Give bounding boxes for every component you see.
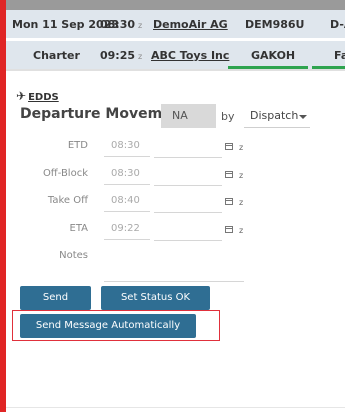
highlight-box [12,310,220,341]
flight-row-1[interactable]: Mon 11 Sep 2023 08:30 z DemoAir AG DEM986… [6,10,345,38]
take-off-date-input[interactable] [154,191,222,213]
eta-label: ETA [69,223,89,234]
selected-indicator-bar [0,0,6,412]
off-block-zone: z [239,171,244,180]
flight-registration: DEM986U [245,18,305,31]
status-field[interactable]: NA [161,104,216,128]
by-label: by [221,110,235,123]
take-off-time-input[interactable]: 08:40 [104,191,150,212]
plane-departure-icon: ✈ [16,89,27,103]
flight-time: 09:25 z [100,49,143,62]
by-select-value: Dispatch [250,109,299,122]
top-strip [0,0,345,10]
by-select[interactable]: Dispatch [244,104,310,128]
row-divider [6,69,345,71]
off-block-date-input[interactable] [154,164,222,186]
set-status-ok-button[interactable]: Set Status OK [101,286,210,310]
etd-zone: z [239,143,244,152]
flight-registration: GAKOH [251,49,296,62]
notes-input[interactable] [104,281,244,282]
etd-time-input[interactable]: 08:30 [104,136,150,157]
route-header: ✈ EDDS [16,89,59,103]
eta-date-input[interactable] [154,219,222,241]
flight-destination: D-A [330,18,345,31]
take-off-zone: z [239,198,244,207]
notes-label: Notes [59,250,88,261]
off-block-time-input[interactable]: 08:30 [104,164,150,185]
off-block-label: Off-Block [42,168,88,179]
etd-label: ETD [67,140,88,151]
etd-date-input[interactable] [154,136,222,158]
flight-destination: Falc [334,49,345,62]
flight-type: Charter [33,49,80,62]
flight-customer-link[interactable]: DemoAir AG [153,10,228,38]
departure-airport[interactable]: EDDS [28,92,59,103]
flight-time: 08:30 z [100,18,143,31]
take-off-label: Take Off [47,195,88,206]
calendar-icon[interactable] [225,143,233,150]
eta-zone: z [239,226,244,235]
calendar-icon[interactable] [225,226,233,233]
eta-time-input[interactable]: 09:22 [104,219,150,240]
flight-row-2[interactable]: Charter 09:25z ABC Toys Inc GAKOH Falc [6,41,345,69]
flight-customer-link[interactable]: ABC Toys Inc [151,41,229,69]
chevron-down-icon [299,115,307,119]
bottom-divider [6,407,345,408]
calendar-icon[interactable] [225,198,233,205]
send-button[interactable]: Send [20,286,91,310]
calendar-icon[interactable] [225,171,233,178]
